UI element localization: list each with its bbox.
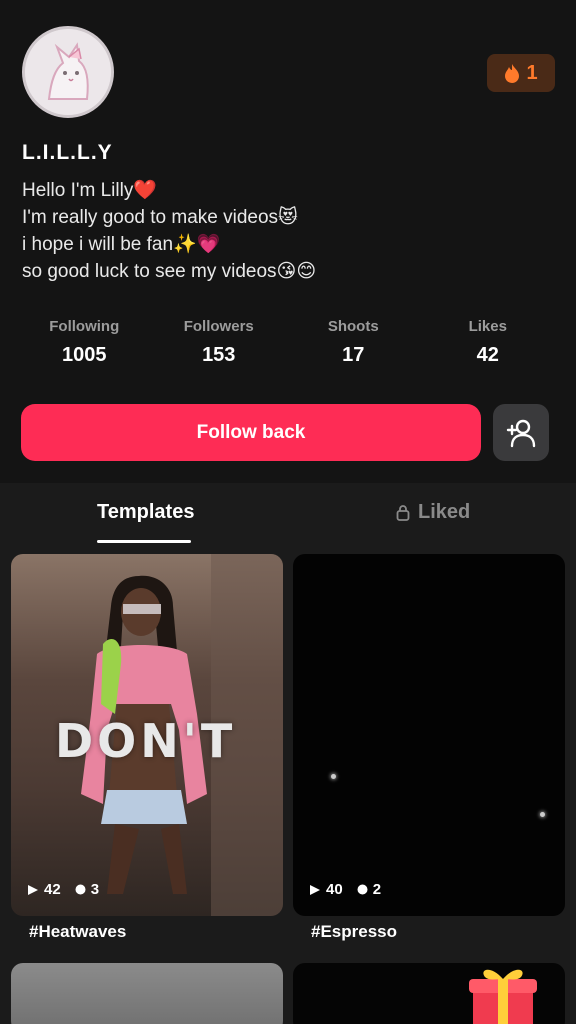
active-tab-indicator [97,540,191,543]
template-overlay-text: DON'T [55,714,237,768]
play-count-value: 42 [44,881,61,898]
template-card[interactable]: DON'T 42 3 [11,554,283,916]
flame-icon [505,64,520,83]
template-card[interactable] [293,963,565,1024]
username: L.I.L.L.Y [22,141,113,164]
play-count: 40 [309,881,343,898]
bio-line: I'm really good to make videos😻 [22,207,298,228]
lock-icon [396,505,410,521]
use-count: 3 [75,881,99,898]
avatar[interactable] [22,26,114,118]
add-user-icon [506,419,536,447]
stat-label: Following [49,318,120,335]
tab-liked[interactable]: Liked [396,501,470,524]
follow-back-button[interactable]: Follow back [21,404,481,461]
stat-value: 42 [476,344,499,366]
play-icon [310,884,320,895]
template-stats: 40 2 [309,881,381,898]
stat-value: 153 [202,344,236,366]
use-count-value: 3 [90,881,100,898]
profile-tabs: Templates Liked [0,483,576,543]
use-count: 2 [357,881,381,898]
play-count-value: 40 [326,881,343,898]
profile-stats: Following 1005 Followers 153 Shoots 17 L… [17,318,555,367]
stat-value: 17 [342,344,365,366]
streak-badge[interactable]: 1 [487,54,555,92]
tab-liked-label: Liked [418,501,471,523]
template-stats: 42 3 [27,881,99,898]
tab-templates[interactable]: Templates [97,501,194,524]
template-card[interactable] [11,963,283,1024]
stat-label: Followers [183,318,254,335]
play-count: 42 [27,881,61,898]
sparkle [540,812,545,817]
gift-icon [469,969,537,1024]
stat-shoots[interactable]: Shoots 17 [286,318,421,367]
stat-likes[interactable]: Likes 42 [421,318,556,367]
stat-following[interactable]: Following 1005 [17,318,152,367]
stat-value: 1005 [62,344,107,366]
use-count-value: 2 [372,881,382,898]
dot-icon [357,884,368,895]
dot-icon [75,884,86,895]
template-card[interactable]: 40 2 [293,554,565,916]
sparkle [331,774,336,779]
stat-label: Shoots [327,318,379,335]
stat-label: Likes [468,318,507,335]
profile-header: 1 L.I.L.L.Y Hello I'm Lilly❤️ I'm really… [0,0,576,483]
bio-line: i hope i will be fan✨💗 [22,234,221,255]
stat-followers[interactable]: Followers 153 [152,318,287,367]
bio: Hello I'm Lilly❤️ I'm really good to mak… [22,177,542,285]
avatar-image [25,29,111,115]
play-icon [28,884,38,895]
streak-count: 1 [526,61,538,84]
template-title[interactable]: #Espresso [311,922,397,942]
bio-line: so good luck to see my videos😘😊 [22,261,317,282]
template-title[interactable]: #Heatwaves [29,922,126,942]
add-friend-button[interactable] [493,404,549,461]
bio-line: Hello I'm Lilly❤️ [22,180,157,201]
